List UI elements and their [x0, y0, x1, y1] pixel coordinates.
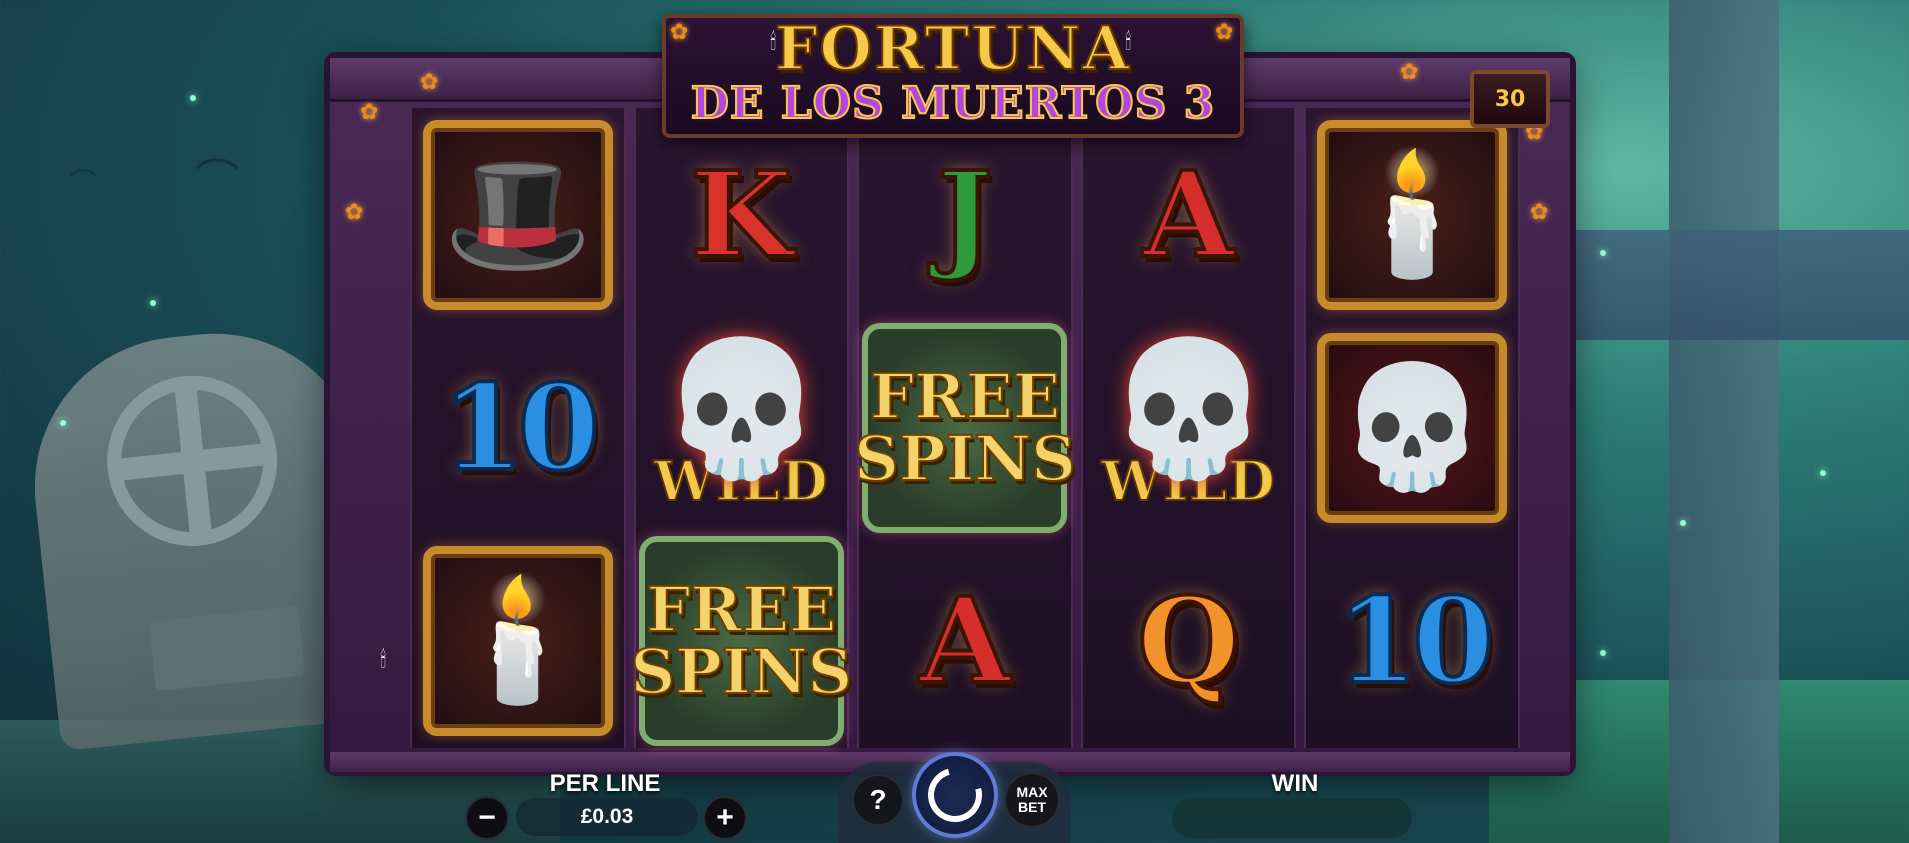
- symbol-k: K: [688, 144, 795, 284]
- reel-cell: 10: [412, 321, 624, 534]
- reel-1: 🎩 10 🕯️: [410, 108, 626, 748]
- candle-icon: 🕯: [380, 648, 387, 673]
- free-spins-line2: SPINS: [629, 635, 853, 709]
- symbol-free-spins: FREE SPINS: [853, 322, 1077, 533]
- symbol-sugar-skull-icon: 💀: [1317, 332, 1508, 523]
- reel-cell: FREE SPINS: [853, 321, 1077, 534]
- candle-icon: 🕯: [770, 30, 777, 55]
- max-bet-button[interactable]: MAX BET: [1004, 772, 1060, 828]
- stake-per-line-value: £0.03: [516, 798, 698, 836]
- game-title: FORTUNA: [774, 13, 1132, 85]
- decrease-bet-button[interactable]: −: [465, 796, 509, 840]
- free-spins-line1: FREE: [869, 359, 1061, 433]
- firefly-spark: [190, 95, 196, 101]
- reel-cell: 💀: [1306, 321, 1518, 534]
- reel-3: J FREE SPINS A: [853, 108, 1077, 748]
- reel-4: A 💀 WILD Q: [1080, 108, 1297, 748]
- symbol-j: J: [935, 144, 995, 284]
- marigold-flower-icon: ✿: [670, 20, 689, 45]
- max-bet-label-line2: BET: [1018, 799, 1046, 815]
- reel-grid: 🎩 10 🕯️ K 💀 WILD FREE SPINS J FREE SPINS A A 💀 WILD…: [410, 108, 1520, 748]
- symbol-10: 10: [1334, 571, 1496, 711]
- marigold-flower-icon: ✿: [360, 100, 379, 125]
- reel-cell: 10: [1306, 535, 1518, 748]
- firefly-spark: [150, 300, 156, 306]
- win-value: [1172, 798, 1412, 838]
- spin-arrow-icon: [918, 758, 992, 832]
- marigold-flower-icon: ✿: [1215, 20, 1234, 45]
- symbol-candles-icon: 🕯️: [1317, 119, 1508, 310]
- free-spins-line2: SPINS: [853, 421, 1077, 495]
- help-button[interactable]: ?: [852, 774, 904, 826]
- reel-cell: 💀 WILD: [636, 321, 848, 534]
- firefly-spark: [60, 420, 66, 426]
- catrina-skull-icon: 💀: [659, 331, 824, 486]
- reel-cell: 🎩: [412, 108, 624, 321]
- bat-icon: ︵: [70, 151, 97, 181]
- paylines-count-badge: 30: [1470, 70, 1550, 128]
- marigold-flower-icon: ✿: [345, 200, 364, 225]
- game-subtitle: DE LOS MUERTOS 3: [690, 77, 1216, 130]
- spin-button[interactable]: [912, 752, 998, 838]
- increase-bet-button[interactable]: +: [703, 796, 747, 840]
- firefly-spark: [1600, 650, 1606, 656]
- reel-cell: K: [636, 108, 848, 321]
- symbol-10: 10: [440, 357, 602, 497]
- reel-cell: A: [859, 535, 1071, 748]
- reel-cell: FREE SPINS: [629, 535, 853, 748]
- symbol-sombrero-icon: 🎩: [422, 119, 613, 310]
- symbol-a: A: [1141, 144, 1237, 284]
- marigold-flower-icon: ✿: [1530, 200, 1549, 225]
- reel-cell: 🕯️: [412, 535, 624, 748]
- symbol-wild: 💀 WILD: [653, 331, 829, 514]
- symbol-candles-icon: 🕯️: [422, 546, 613, 737]
- stone-cross-decoration: [1489, 0, 1909, 843]
- reel-5: 🕯️ 💀 10: [1304, 108, 1520, 748]
- marigold-flower-icon: ✿: [1400, 60, 1419, 85]
- max-bet-label-line1: MAX: [1016, 784, 1048, 801]
- firefly-spark: [1600, 250, 1606, 256]
- catrina-skull-icon: 💀: [1106, 331, 1271, 486]
- bat-icon: ︵: [195, 126, 239, 177]
- reel-cell: 💀 WILD: [1083, 321, 1295, 534]
- symbol-a: A: [917, 571, 1013, 711]
- reel-cell: Q: [1083, 535, 1295, 748]
- firefly-spark: [1680, 520, 1686, 526]
- reel-2: K 💀 WILD FREE SPINS: [629, 108, 853, 748]
- free-spins-line1: FREE: [645, 573, 837, 647]
- reel-cell: A: [1083, 108, 1295, 321]
- per-line-label: PER LINE: [549, 770, 661, 797]
- firefly-spark: [1820, 470, 1826, 476]
- win-label: WIN: [1271, 770, 1319, 797]
- reel-cell: 🕯️: [1306, 108, 1518, 321]
- symbol-q: Q: [1135, 571, 1242, 711]
- reel-cell: J: [859, 108, 1071, 321]
- candle-icon: 🕯: [1125, 30, 1132, 55]
- symbol-free-spins: FREE SPINS: [629, 536, 853, 747]
- marigold-flower-icon: ✿: [420, 70, 439, 95]
- symbol-wild: 💀 WILD: [1100, 331, 1276, 514]
